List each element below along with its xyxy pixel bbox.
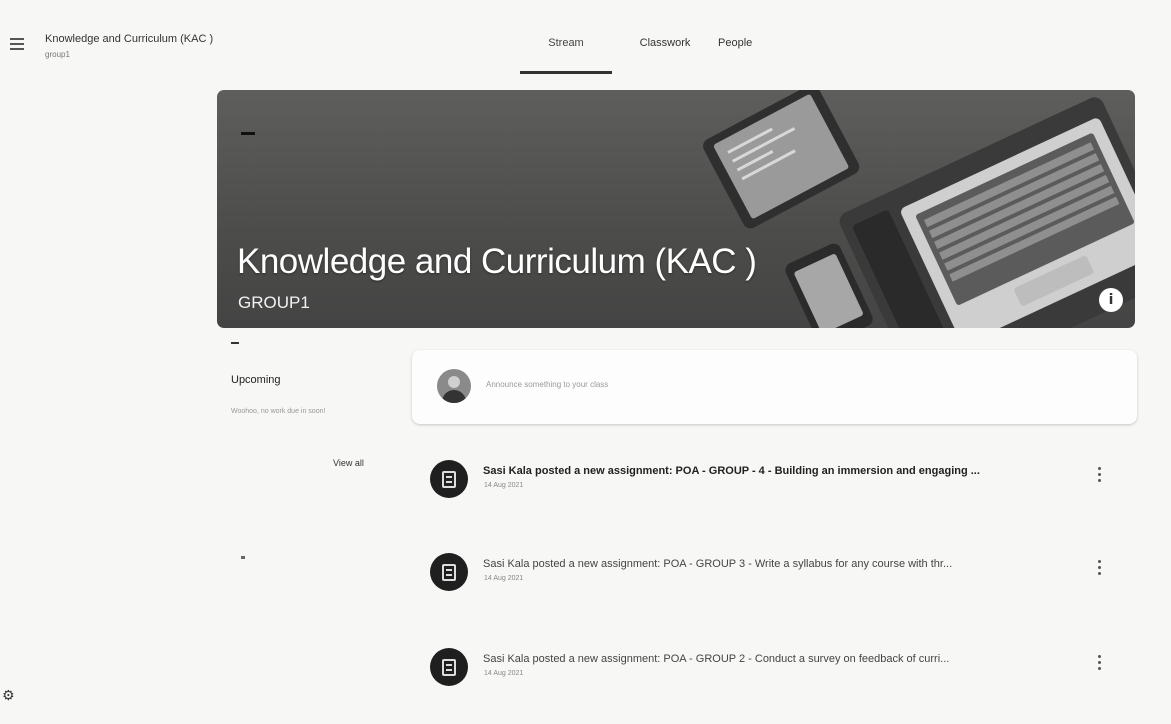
upcoming-dash — [231, 342, 239, 344]
post-date: 14 Aug 2021 — [484, 670, 524, 677]
assignment-icon — [430, 460, 468, 498]
help-icon[interactable]: ⚙ — [2, 688, 15, 704]
announce-box[interactable]: Announce something to your class — [412, 350, 1137, 424]
course-section: group1 — [45, 50, 70, 59]
tab-classwork[interactable]: Classwork — [612, 24, 718, 74]
post-title: Sasi Kala posted a new assignment: POA -… — [483, 558, 953, 570]
banner-title: Knowledge and Curriculum (KAC ) — [237, 242, 757, 281]
banner-subtitle: GROUP1 — [238, 293, 310, 312]
assignment-icon — [430, 648, 468, 686]
assignment-icon — [430, 553, 468, 591]
post-date: 14 Aug 2021 — [484, 575, 524, 582]
divider-mark — [241, 556, 245, 559]
banner-illustration — [703, 90, 1135, 328]
upcoming-title: Upcoming — [231, 374, 281, 386]
view-all-link[interactable]: View all — [333, 458, 364, 468]
post-date: 14 Aug 2021 — [484, 482, 524, 489]
post-title: Sasi Kala posted a new assignment: POA -… — [483, 653, 950, 665]
upcoming-message: Woohoo, no work due in soon! — [231, 408, 326, 415]
list-item[interactable]: Sasi Kala posted a new assignment: POA -… — [430, 553, 1120, 597]
list-item[interactable]: Sasi Kala posted a new assignment: POA -… — [430, 460, 1120, 504]
avatar — [437, 369, 471, 403]
post-title: Sasi Kala posted a new assignment: POA -… — [483, 465, 980, 477]
course-title[interactable]: Knowledge and Curriculum (KAC ) — [45, 33, 213, 45]
info-icon[interactable]: i — [1099, 288, 1123, 312]
top-app-bar: Knowledge and Curriculum (KAC ) group1 S… — [0, 0, 1171, 74]
list-item[interactable]: Sasi Kala posted a new assignment: POA -… — [430, 648, 1120, 692]
tab-people[interactable]: People — [718, 24, 778, 74]
banner-dash — [241, 132, 255, 135]
tab-stream[interactable]: Stream — [520, 24, 612, 74]
tab-bar: Stream Classwork People — [520, 24, 778, 74]
upcoming-card: Upcoming Woohoo, no work due in soon! Vi… — [217, 340, 387, 490]
announce-placeholder: Announce something to your class — [486, 380, 609, 389]
more-vert-icon[interactable] — [1095, 655, 1103, 677]
more-vert-icon[interactable] — [1095, 560, 1103, 582]
menu-icon[interactable] — [10, 38, 24, 50]
course-banner: Knowledge and Curriculum (KAC ) GROUP1 i — [217, 90, 1135, 328]
more-vert-icon[interactable] — [1095, 467, 1103, 489]
